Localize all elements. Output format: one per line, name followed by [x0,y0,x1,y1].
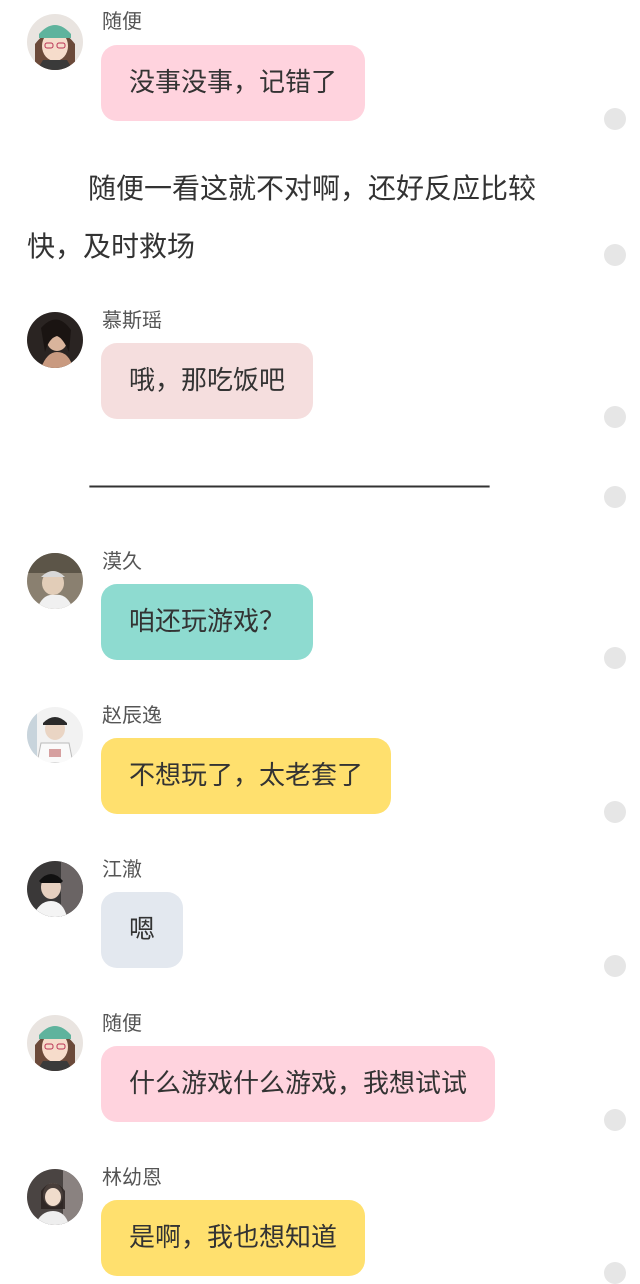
sender-name: 林幼恩 [102,1165,162,1189]
message-bubble[interactable]: 哦，那吃饭吧 [101,343,314,419]
sender-name: 随便 [102,9,142,33]
message-bubble[interactable]: 不想玩了，太老套了 [101,738,392,814]
avatar-suibian[interactable] [27,14,83,70]
narration-text: 随便一看这就不对啊，还好反应比较快，及时救场 [27,172,537,263]
avatar-jiangche[interactable] [27,861,83,917]
sender-name: 赵辰逸 [102,703,162,727]
avatar-suibian[interactable] [27,1015,83,1071]
avatar-musiyao[interactable] [27,312,83,368]
message-bubble[interactable]: 咱还玩游戏？ [101,584,314,660]
scene-divider: ———————————————— [88,468,491,501]
comment-dot-icon[interactable] [604,406,626,428]
sender-name: 漠久 [102,549,142,573]
comment-dot-icon[interactable] [604,1109,626,1131]
comment-dot-icon[interactable] [604,244,626,266]
message-bubble[interactable]: 嗯 [101,892,184,968]
avatar-zhaochenyi[interactable] [27,707,83,763]
comment-dot-icon[interactable] [604,1262,626,1284]
comment-dot-icon[interactable] [604,486,626,508]
message-bubble[interactable]: 是啊，我也想知道 [101,1200,366,1276]
comment-dot-icon[interactable] [604,108,626,130]
sender-name: 随便 [102,1011,142,1035]
avatar-linyouen[interactable] [27,1169,83,1225]
sender-name: 江澈 [102,857,142,881]
avatar-mojiu[interactable] [27,553,83,609]
comment-dot-icon[interactable] [604,647,626,669]
message-bubble[interactable]: 没事没事，记错了 [101,45,366,121]
comment-dot-icon[interactable] [604,955,626,977]
message-bubble[interactable]: 什么游戏什么游戏，我想试试 [101,1046,496,1122]
comment-dot-icon[interactable] [604,801,626,823]
sender-name: 慕斯瑶 [102,308,162,332]
